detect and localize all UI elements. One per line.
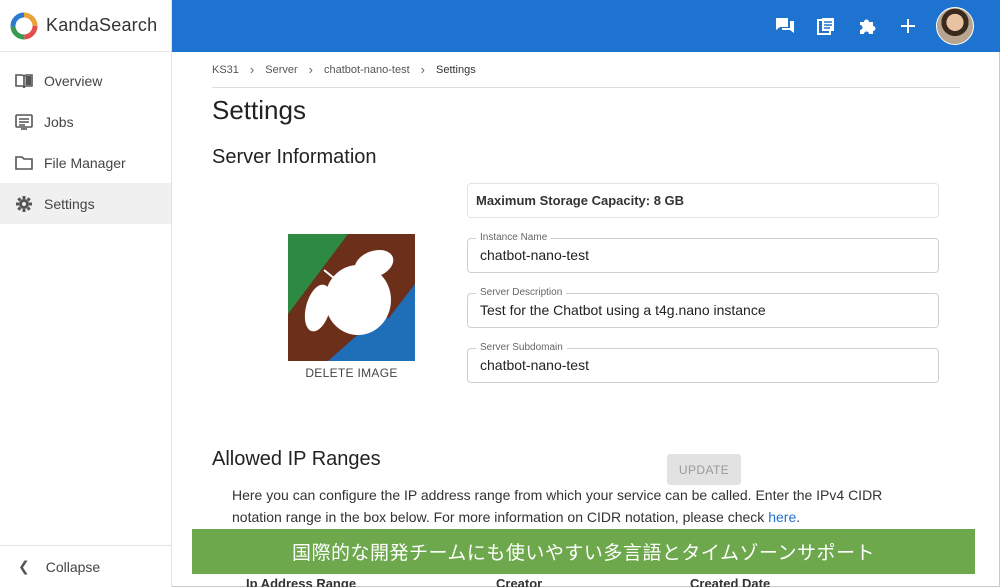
book-open-icon: [14, 71, 34, 91]
server-image[interactable]: [288, 234, 415, 361]
top-bar-actions: [764, 0, 1000, 52]
server-info-form: Maximum Storage Capacity: 8 GB Instance …: [467, 183, 939, 383]
chevron-left-icon: ❮: [18, 558, 30, 574]
delete-image-button[interactable]: DELETE IMAGE: [288, 366, 415, 380]
gear-icon: [14, 194, 34, 214]
instance-name-label: Instance Name: [476, 232, 552, 243]
sidebar-item-overview[interactable]: Overview: [0, 60, 171, 101]
collapse-button[interactable]: ❮ Collapse: [0, 545, 171, 587]
caption-banner: 国際的な開発チームにも使いやすい多言語とタイムゾーンサポート: [192, 529, 975, 574]
ip-ranges-description: Here you can configure the IP address ra…: [232, 484, 932, 528]
ip-ranges-description-suffix: .: [796, 509, 801, 525]
chevron-right-icon: ›: [420, 62, 425, 77]
server-description-label: Server Description: [476, 287, 567, 298]
sidebar-item-label: Jobs: [44, 113, 74, 130]
sidebar-nav: Overview Jobs File Manager Settings: [0, 60, 171, 224]
kandasearch-logo-icon: [10, 12, 38, 39]
top-bar: [172, 0, 1000, 52]
sidebar-item-label: Overview: [44, 72, 103, 89]
server-subdomain-input[interactable]: [480, 357, 930, 373]
docs-icon[interactable]: [805, 0, 846, 52]
list-icon: [14, 112, 34, 132]
max-storage-capacity: Maximum Storage Capacity: 8 GB: [467, 183, 939, 218]
cidr-help-link[interactable]: here: [768, 509, 796, 525]
sidebar-item-file-manager[interactable]: File Manager: [0, 142, 171, 183]
sidebar: KandaSearch Overview Jobs File Manager S…: [0, 0, 172, 587]
server-description-input[interactable]: [480, 302, 930, 318]
breadcrumb-current: Settings: [435, 63, 476, 76]
breadcrumb: KS31 › Server › chatbot-nano-test › Sett…: [212, 52, 960, 88]
folder-icon: [14, 153, 34, 173]
page-title: Settings: [212, 95, 306, 125]
server-subdomain-field[interactable]: Server Subdomain: [467, 342, 939, 383]
chevron-right-icon: ›: [308, 62, 314, 77]
server-subdomain-label: Server Subdomain: [476, 342, 567, 353]
update-button[interactable]: UPDATE: [667, 454, 741, 485]
sidebar-item-jobs[interactable]: Jobs: [0, 101, 171, 142]
column-header-created-date: Created Date: [690, 576, 771, 587]
chevron-right-icon: ›: [249, 62, 255, 77]
column-header-creator: Creator: [496, 576, 543, 587]
sidebar-item-label: File Manager: [44, 154, 126, 171]
server-description-field[interactable]: Server Description: [467, 287, 939, 328]
brand[interactable]: KandaSearch: [0, 0, 171, 52]
avatar[interactable]: [936, 7, 974, 45]
chat-icon[interactable]: [764, 0, 805, 52]
breadcrumb-item[interactable]: Server: [265, 64, 297, 76]
sidebar-item-label: Settings: [44, 195, 95, 212]
puzzle-icon[interactable]: [846, 0, 887, 52]
brand-name: KandaSearch: [46, 15, 158, 35]
main-content: KS31 › Server › chatbot-nano-test › Sett…: [212, 52, 960, 587]
collapse-label: Collapse: [45, 558, 101, 575]
allowed-ip-ranges-heading: Allowed IP Ranges: [212, 448, 381, 470]
instance-name-field[interactable]: Instance Name: [467, 232, 939, 273]
instance-name-input[interactable]: [480, 247, 930, 263]
breadcrumb-item[interactable]: KS31: [212, 64, 239, 76]
breadcrumb-item[interactable]: chatbot-nano-test: [324, 64, 410, 76]
column-header-ip-range: Ip Address Range: [246, 576, 357, 587]
server-information-heading: Server Information: [212, 146, 377, 168]
plus-icon[interactable]: [887, 0, 928, 52]
sidebar-item-settings[interactable]: Settings: [0, 183, 171, 224]
